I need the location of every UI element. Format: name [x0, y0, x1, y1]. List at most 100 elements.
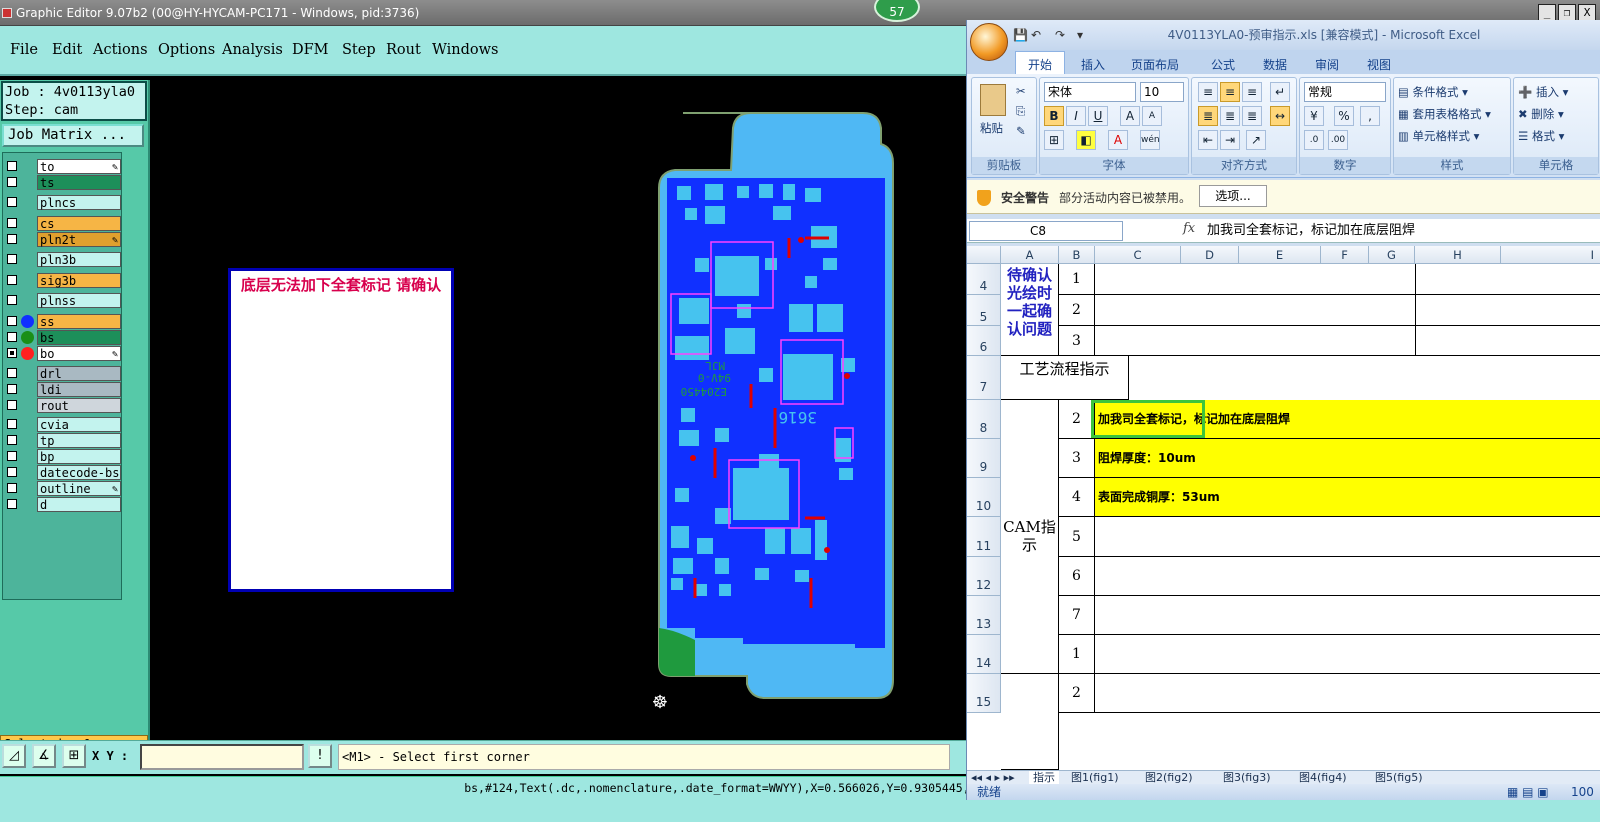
row-header[interactable]: 10	[967, 478, 1001, 517]
column-header[interactable]: G	[1369, 246, 1415, 264]
layer-row-pln2t[interactable]: pln2t ✎	[3, 232, 121, 247]
menu-analysis[interactable]: Analysis	[222, 42, 283, 58]
column-header[interactable]: E	[1239, 246, 1321, 264]
column-header[interactable]: H	[1415, 246, 1501, 264]
instruction-cell[interactable]	[1095, 326, 1600, 356]
item-number-cell[interactable]: 4	[1059, 478, 1095, 517]
layer-name[interactable]: sig3b	[37, 273, 121, 288]
process-flow-cell[interactable]: 工艺流程指示	[1001, 356, 1129, 400]
layer-row-ldi[interactable]: ldi	[3, 382, 121, 397]
instruction-cell[interactable]	[1095, 264, 1600, 295]
copy-icon[interactable]: ⎘	[1016, 104, 1025, 119]
menu-rout[interactable]: Rout	[386, 42, 421, 58]
layer-row-cs[interactable]: cs	[3, 216, 121, 231]
layer-name[interactable]: ldi	[37, 382, 121, 397]
layer-name[interactable]: to ✎	[37, 159, 121, 174]
layer-checkbox[interactable]	[7, 234, 17, 244]
redo-icon[interactable]: ↷	[1055, 28, 1065, 42]
zoom-level[interactable]: 100	[1571, 784, 1594, 800]
layer-checkbox[interactable]	[7, 499, 17, 509]
orientation-icon[interactable]: ↗	[1246, 130, 1266, 150]
job-matrix-button[interactable]: Job Matrix ...	[2, 124, 144, 147]
measure-tool-icon[interactable]: ∡	[32, 744, 56, 768]
grid-tool-icon[interactable]: ⊞	[62, 744, 86, 768]
menu-edit[interactable]: Edit	[52, 42, 82, 58]
layer-row-plncs[interactable]: plncs	[3, 195, 121, 210]
layer-row-rout[interactable]: rout	[3, 398, 121, 413]
tab-data[interactable]: 数据	[1255, 54, 1295, 75]
office-button[interactable]	[970, 23, 1008, 61]
layer-name[interactable]: datecode-bs	[37, 465, 121, 480]
align-right-icon[interactable]: ≣	[1242, 106, 1262, 126]
layer-checkbox[interactable]	[7, 295, 17, 305]
menu-step[interactable]: Step	[342, 42, 376, 58]
sheet-tab[interactable]: 图1(fig1)	[1071, 771, 1119, 785]
layer-row-ts[interactable]: ts	[3, 175, 121, 190]
layer-row-d[interactable]: d	[3, 497, 121, 512]
layer-name[interactable]: cvia	[37, 417, 121, 432]
font-color-icon[interactable]: A	[1108, 130, 1128, 150]
sheet-nav-icon[interactable]: ◂◂ ◂ ▸ ▸▸	[971, 771, 1015, 785]
align-center-icon[interactable]: ≣	[1220, 106, 1240, 126]
merge-center-icon[interactable]: ↔	[1270, 106, 1290, 126]
tab-insert[interactable]: 插入	[1073, 54, 1113, 75]
layer-row-ss[interactable]: ss	[3, 314, 121, 329]
borders-icon[interactable]: ⊞	[1044, 130, 1064, 150]
instruction-cell[interactable]	[1095, 517, 1600, 557]
layer-name[interactable]: ts	[37, 175, 121, 190]
cell-style-button[interactable]: ▥ 单元格样式 ▾	[1398, 128, 1479, 144]
layer-name[interactable]: plncs	[37, 195, 121, 210]
next-section-cell[interactable]	[1001, 674, 1059, 770]
layer-checkbox[interactable]	[7, 483, 17, 493]
font-name-select[interactable]: 宋体	[1044, 82, 1136, 102]
item-number-cell[interactable]: 3	[1059, 326, 1095, 356]
fx-icon[interactable]: fx	[1183, 221, 1195, 236]
layer-checkbox[interactable]	[7, 451, 17, 461]
layer-row-pln3b[interactable]: pln3b	[3, 252, 121, 267]
layer-checkbox[interactable]	[7, 218, 17, 228]
layer-checkbox[interactable]	[7, 161, 17, 171]
menu-actions[interactable]: Actions	[93, 42, 148, 58]
sheet-tab[interactable]: 图3(fig3)	[1223, 771, 1271, 785]
decrease-indent-icon[interactable]: ⇤	[1198, 130, 1218, 150]
percent-icon[interactable]: %	[1334, 106, 1354, 126]
instruction-cell[interactable]: 表面完成铜厚：53um	[1095, 478, 1600, 517]
layer-row-cvia[interactable]: cvia	[3, 417, 121, 432]
column-header[interactable]: D	[1181, 246, 1239, 264]
column-header[interactable]: F	[1321, 246, 1369, 264]
layer-name[interactable]: bo ✎	[37, 346, 121, 361]
layer-row-sig3b[interactable]: sig3b	[3, 273, 121, 288]
shrink-font-icon[interactable]: A	[1142, 106, 1162, 126]
sheet-tab[interactable]: 图5(fig5)	[1375, 771, 1423, 785]
item-number-cell[interactable]: 2	[1059, 295, 1095, 326]
format-painter-icon[interactable]: ✎	[1016, 124, 1026, 138]
row-header[interactable]: 12	[967, 557, 1001, 596]
name-box[interactable]: C8	[969, 221, 1123, 241]
item-number-cell[interactable]: 3	[1059, 439, 1095, 478]
item-number-cell[interactable]: 2	[1059, 400, 1095, 439]
column-header[interactable]: B	[1059, 246, 1095, 264]
layer-name[interactable]: pln2t ✎	[37, 232, 121, 247]
bold-icon[interactable]: B	[1044, 106, 1064, 126]
align-top-icon[interactable]: ≡	[1198, 82, 1218, 102]
layer-name[interactable]: cs	[37, 216, 121, 231]
row-header[interactable]: 15	[967, 674, 1001, 713]
layer-checkbox[interactable]	[7, 368, 17, 378]
layer-row-outline[interactable]: outline ✎	[3, 481, 121, 496]
layer-checkbox[interactable]	[7, 348, 17, 358]
layer-name[interactable]: d	[37, 497, 121, 512]
xy-input[interactable]	[140, 744, 304, 770]
confirm-issues-cell[interactable]: 待确认光绘时一起确认问题	[1001, 264, 1059, 356]
formula-input[interactable]: 加我司全套标记，标记加在底层阻焊	[1207, 221, 1415, 241]
menu-options[interactable]: Options	[158, 42, 215, 58]
table-format-button[interactable]: ▦ 套用表格格式 ▾	[1398, 106, 1491, 122]
minimize-icon[interactable]: _	[1538, 4, 1556, 21]
layer-name[interactable]: tp	[37, 433, 121, 448]
close-icon[interactable]: X	[1578, 4, 1596, 21]
insert-cells-button[interactable]: ➕ 插入 ▾	[1518, 84, 1568, 100]
cam-instructions-cell[interactable]: CAM指示	[1001, 400, 1059, 674]
item-number-cell[interactable]: 1	[1059, 635, 1095, 674]
row-header[interactable]: 7	[967, 356, 1001, 400]
layer-name[interactable]: outline ✎	[37, 481, 121, 496]
tab-view[interactable]: 视图	[1359, 54, 1399, 75]
